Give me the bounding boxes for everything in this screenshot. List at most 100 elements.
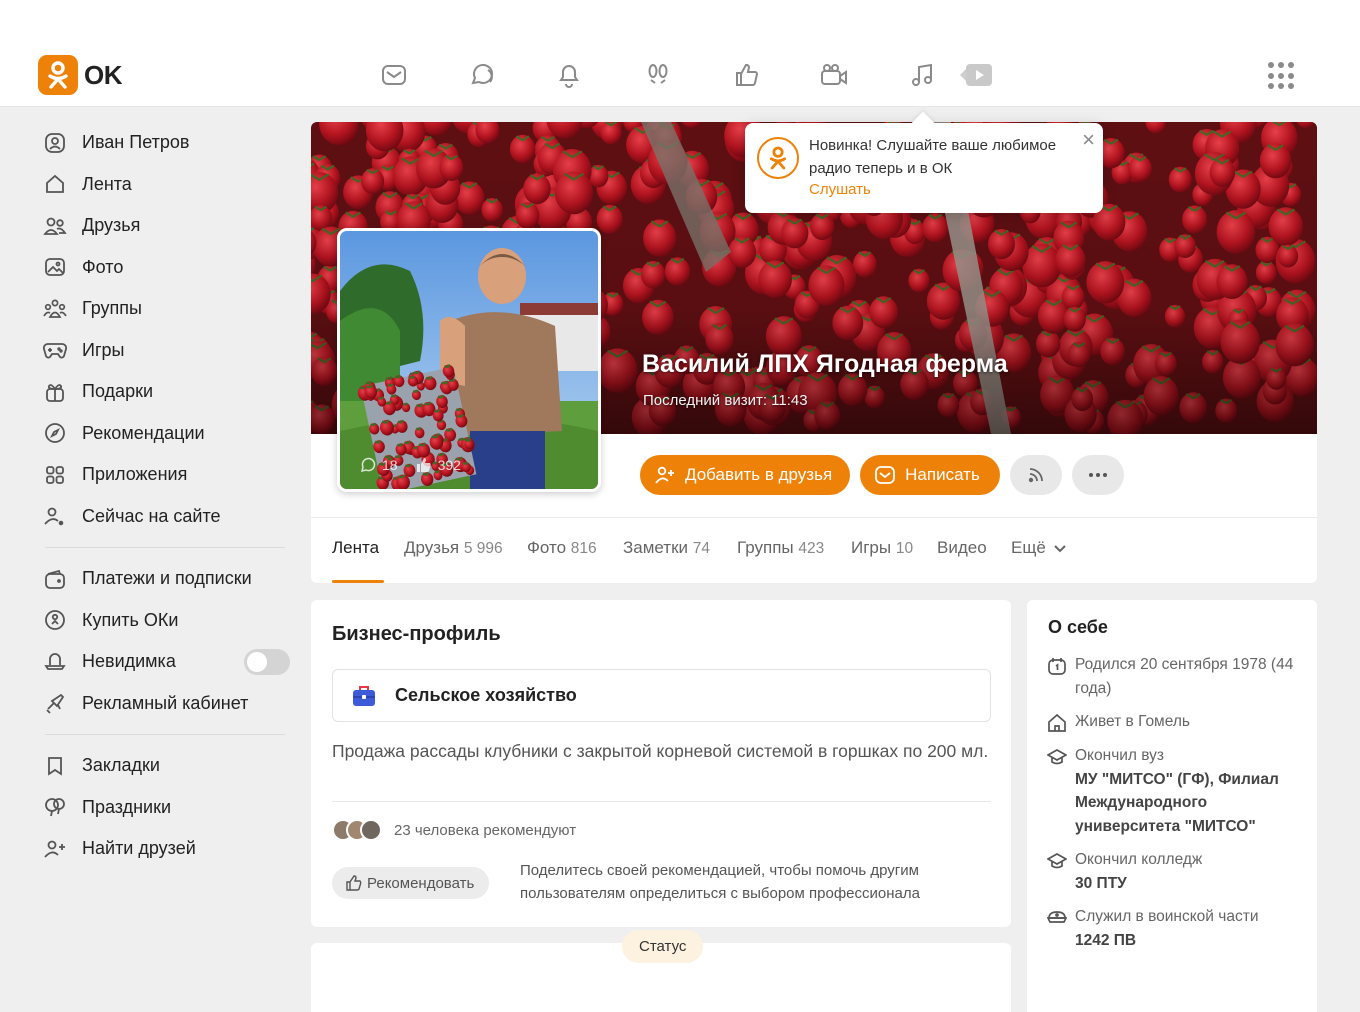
messages-icon[interactable] [377, 58, 411, 92]
home-icon [1047, 710, 1069, 738]
profile-name: Василий ЛПХ Ягодная ферма [642, 350, 1008, 378]
business-category-label: Сельское хозяйство [395, 685, 577, 705]
tab-friends[interactable]: Друзья 5 996 [404, 538, 503, 558]
tab-feed[interactable]: Лента [332, 538, 379, 558]
video-calls-icon[interactable] [817, 58, 851, 92]
sidebar-item-bookmarks[interactable]: Закладки [40, 745, 290, 787]
business-profile-title: Бизнес-профиль [332, 623, 501, 645]
sidebar-item-label: Приложения [82, 464, 188, 485]
sidebar-item-ads[interactable]: Рекламный кабинет [40, 683, 290, 725]
notifications-icon[interactable] [552, 58, 586, 92]
sidebar-item-label: Группы [82, 298, 142, 319]
events-icon[interactable] [730, 58, 764, 92]
sidebar-item-holidays[interactable]: Праздники [40, 787, 290, 829]
sidebar-item-label: Подарки [82, 381, 154, 402]
add-user-icon [43, 837, 67, 861]
left-sidebar: Иван Петров Лента Друзья Фото Группы Игр… [40, 122, 290, 870]
sidebar-item-recommendations[interactable]: Рекомендации [40, 413, 290, 455]
recommend-button-label: Рекомендовать [367, 874, 475, 892]
status-badge[interactable]: Статус [622, 930, 704, 963]
tab-notes[interactable]: Заметки 74 [623, 538, 710, 558]
tab-photos[interactable]: Фото 816 [527, 538, 597, 558]
about-army: Служил в воинской части 1242 ПВ [1046, 905, 1297, 952]
sidebar-item-label: Игры [82, 339, 125, 360]
megaphone-icon [43, 691, 67, 715]
sidebar-item-label: Платежи и подписки [82, 568, 252, 589]
sidebar-item-online[interactable]: Сейчас на сайте [40, 496, 290, 538]
top-bar: OK [0, 0, 1360, 107]
sidebar-item-label: Праздники [82, 796, 172, 817]
sidebar-item-label: Фото [82, 256, 124, 277]
listen-link[interactable]: Слушать [809, 181, 871, 198]
sidebar-item-profile[interactable]: Иван Петров [40, 122, 290, 164]
more-actions-button[interactable] [1071, 455, 1124, 495]
graduation-cap-icon [1046, 744, 1069, 838]
about-birthday: Родился 20 сентября 1978 (44 года) [1047, 653, 1297, 700]
profile-tabs: Лента Друзья 5 996 Фото 816 Заметки 74 Г… [311, 517, 1317, 583]
about-city: Живет в Гомель [1047, 710, 1297, 738]
video-icon[interactable] [959, 58, 993, 92]
apps-menu-icon[interactable] [1268, 62, 1296, 90]
sidebar-item-friends[interactable]: Друзья [40, 205, 290, 247]
sidebar-item-gifts[interactable]: Подарки [40, 371, 290, 413]
about-college: Окончил колледж 30 ПТУ [1046, 848, 1297, 895]
business-category[interactable]: Сельское хозяйство [332, 669, 991, 722]
ok-logo[interactable]: OK [38, 55, 123, 95]
avatar-comments[interactable]: 18 [360, 457, 398, 473]
sidebar-item-label: Друзья [82, 215, 141, 236]
avatar-likes[interactable]: 392 [416, 457, 461, 473]
tab-video[interactable]: Видео [937, 538, 987, 558]
add-user-icon [655, 466, 674, 484]
write-message-button[interactable]: Написать [860, 455, 1000, 495]
subscribe-button[interactable] [1009, 455, 1062, 495]
tab-groups[interactable]: Группы 423 [737, 538, 824, 558]
more-dots-icon [1088, 473, 1107, 477]
tab-more[interactable]: Ещё [1011, 538, 1066, 558]
recommender-avatars [332, 819, 382, 841]
sidebar-item-find-friends[interactable]: Найти друзей [40, 828, 290, 870]
invisible-toggle[interactable] [244, 648, 290, 675]
sidebar-item-payments[interactable]: Платежи и подписки [40, 558, 290, 600]
about-title: О себе [1048, 617, 1108, 637]
radio-promo-popup: Новинка! Слушайте ваше любимое радио теп… [745, 123, 1103, 213]
bookmark-icon [43, 754, 67, 778]
home-icon [43, 172, 67, 196]
invisible-hat-icon [43, 650, 67, 674]
sidebar-item-label: Сейчас на сайте [82, 505, 221, 526]
rss-icon [1028, 468, 1043, 483]
sidebar-item-apps[interactable]: Приложения [40, 454, 290, 496]
groups-icon [43, 297, 67, 321]
friends-icon [43, 214, 67, 238]
add-friend-button[interactable]: Добавить в друзья [640, 455, 851, 495]
wallet-icon [43, 567, 67, 591]
active-tab-indicator [332, 580, 384, 583]
sidebar-user-name: Иван Петров [82, 132, 190, 153]
sidebar-item-games[interactable]: Игры [40, 330, 290, 372]
recommendations-summary[interactable]: 23 человека рекомендуют [332, 819, 576, 841]
music-icon[interactable] [905, 58, 939, 92]
graduation-cap-icon [1046, 848, 1069, 895]
message-icon [875, 466, 896, 484]
sidebar-item-invisible[interactable]: Невидимка [40, 641, 290, 683]
sidebar-item-label: Найти друзей [82, 838, 196, 859]
sidebar-item-groups[interactable]: Группы [40, 288, 290, 330]
sidebar-item-feed[interactable]: Лента [40, 164, 290, 206]
recommend-button[interactable]: Рекомендовать [332, 867, 490, 899]
gamepad-icon [43, 338, 67, 362]
discussions-icon[interactable] [465, 58, 499, 92]
coin-icon [43, 608, 67, 632]
last-visit: Последний визит: 11:43 [643, 392, 808, 409]
about-card: О себе Родился 20 сентября 1978 (44 года… [1027, 600, 1317, 1012]
profile-actions: Добавить в друзья Написать [640, 455, 1124, 495]
tab-games[interactable]: Игры 10 [851, 538, 913, 558]
recommend-hint: Поделитесь своей рекомендацией, чтобы по… [520, 862, 920, 902]
sidebar-item-photo[interactable]: Фото [40, 247, 290, 289]
photo-icon [43, 255, 67, 279]
close-icon[interactable]: × [1082, 129, 1095, 151]
divider [332, 801, 991, 802]
profile-avatar[interactable]: 18 392 [337, 228, 601, 492]
business-description: Продажа рассады клубники с закрытой корн… [332, 741, 989, 761]
ok-logo-icon [38, 55, 78, 95]
sidebar-item-buy-oks[interactable]: Купить ОКи [40, 600, 290, 642]
guests-icon[interactable] [641, 58, 675, 92]
